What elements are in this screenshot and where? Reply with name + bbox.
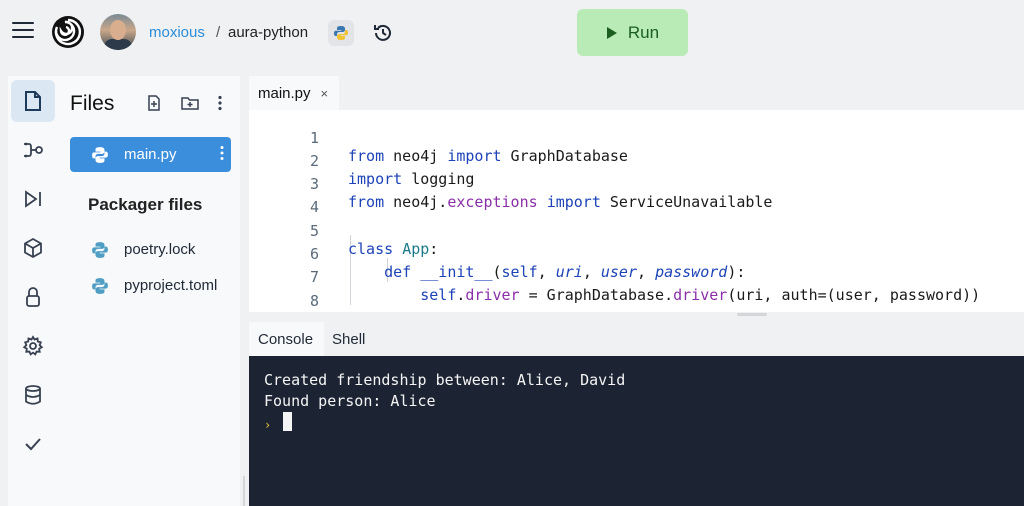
tab-main-py[interactable]: main.py × bbox=[249, 76, 339, 110]
git-branch-icon bbox=[24, 142, 43, 158]
file-name: main.py bbox=[124, 146, 177, 163]
check-icon bbox=[25, 438, 41, 451]
editor-console-resize-handle[interactable] bbox=[737, 313, 767, 316]
python-file-icon bbox=[90, 145, 110, 165]
gear-icon bbox=[22, 335, 44, 356]
avatar[interactable] bbox=[100, 14, 136, 50]
python-file-icon bbox=[90, 240, 110, 260]
code-line: 8 bbox=[249, 274, 1024, 310]
editor-tabs: main.py × bbox=[249, 76, 1024, 110]
prompt-icon: › bbox=[264, 418, 272, 432]
file-name: poetry.lock bbox=[124, 241, 196, 258]
cube-icon bbox=[24, 237, 42, 259]
file-pyproject-toml[interactable]: pyproject.toml bbox=[70, 268, 231, 303]
panel-resize-handle[interactable] bbox=[243, 476, 245, 506]
replit-logo[interactable] bbox=[50, 14, 86, 50]
rail-files[interactable] bbox=[11, 80, 55, 122]
file-name: pyproject.toml bbox=[124, 277, 218, 294]
new-folder-icon[interactable] bbox=[180, 93, 200, 113]
rail-version-control[interactable] bbox=[11, 129, 55, 171]
file-poetry-lock[interactable]: poetry.lock bbox=[70, 232, 231, 267]
file-menu-icon[interactable] bbox=[219, 145, 225, 161]
rail-unit-tests[interactable] bbox=[11, 423, 55, 465]
history-icon[interactable] bbox=[370, 20, 396, 46]
tab-label: Console bbox=[258, 330, 314, 348]
file-icon bbox=[25, 91, 41, 111]
code-line: 1 from neo4j import GraphDatabase bbox=[249, 111, 1024, 165]
file-main-py[interactable]: main.py bbox=[70, 137, 231, 172]
rail-debugger[interactable] bbox=[11, 178, 55, 220]
breadcrumb-separator: / bbox=[216, 24, 221, 41]
tab-label: Shell bbox=[332, 330, 366, 348]
files-title: Files bbox=[70, 92, 115, 115]
console-cursor bbox=[283, 412, 292, 431]
console-line: Created friendship between: Alice, David bbox=[264, 371, 626, 389]
rail-packages[interactable] bbox=[11, 227, 55, 269]
console-tabs: Console Shell bbox=[249, 322, 1024, 356]
python-icon[interactable] bbox=[328, 20, 354, 46]
tab-shell[interactable]: Shell bbox=[324, 322, 374, 356]
lock-icon bbox=[26, 287, 40, 307]
tool-rail bbox=[8, 76, 60, 506]
tab-label: main.py bbox=[258, 84, 311, 102]
rail-database[interactable] bbox=[11, 374, 55, 416]
new-file-icon[interactable] bbox=[144, 93, 164, 113]
repl-name[interactable]: aura-python bbox=[228, 24, 308, 41]
console-line: Found person: Alice bbox=[264, 392, 436, 410]
run-button[interactable]: Run bbox=[577, 9, 688, 56]
hamburger-icon[interactable] bbox=[12, 22, 34, 40]
close-icon[interactable]: × bbox=[321, 86, 329, 101]
code-line: 5 class App: bbox=[249, 204, 1024, 258]
database-icon bbox=[25, 385, 41, 405]
play-icon bbox=[606, 26, 617, 39]
run-label: Run bbox=[627, 22, 660, 42]
code-editor[interactable]: 1 from neo4j import GraphDatabase 2 impo… bbox=[249, 110, 1024, 312]
code-line: 4 bbox=[249, 180, 1024, 216]
code-line: 6 def __init__(self, uri, user, password… bbox=[249, 227, 1024, 281]
packager-files-title: Packager files bbox=[88, 195, 203, 214]
python-file-icon bbox=[90, 276, 110, 296]
code-line: 7 self.driver = GraphDatabase.driver(uri… bbox=[249, 250, 1024, 304]
code-line: 3 from neo4j.exceptions import ServiceUn… bbox=[249, 157, 1024, 211]
console-output[interactable]: Created friendship between: Alice, David… bbox=[249, 356, 1024, 506]
code-line: 2 import logging bbox=[249, 134, 1024, 188]
rail-secrets[interactable] bbox=[11, 276, 55, 318]
owner-link[interactable]: moxious bbox=[149, 24, 205, 41]
files-panel: Files main.py Packager files poetry.lock… bbox=[60, 76, 240, 506]
files-menu-icon[interactable] bbox=[210, 93, 230, 113]
rail-settings[interactable] bbox=[11, 325, 55, 367]
code-line: 9 def close(self): bbox=[249, 297, 1024, 312]
tab-console[interactable]: Console bbox=[249, 322, 324, 356]
step-icon bbox=[25, 190, 41, 208]
top-bar: moxious / aura-python Run bbox=[0, 0, 1024, 66]
